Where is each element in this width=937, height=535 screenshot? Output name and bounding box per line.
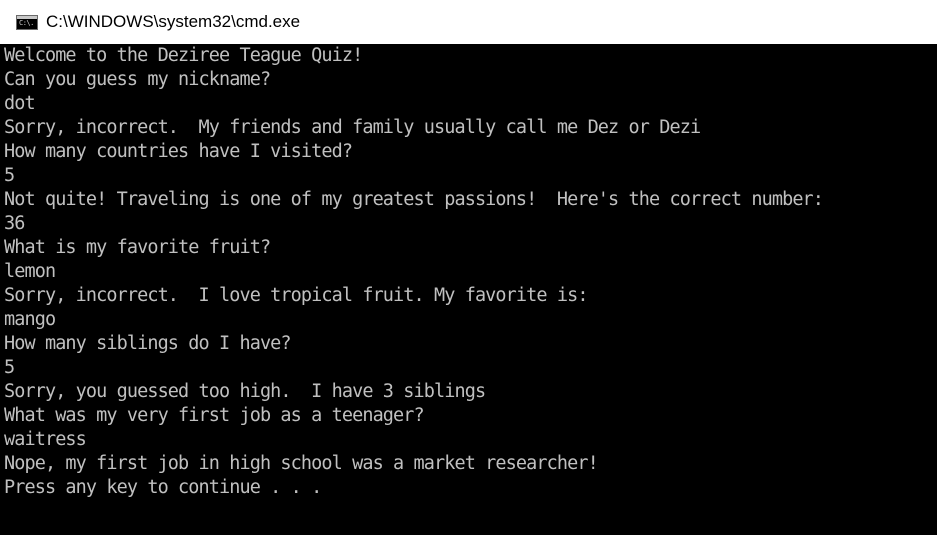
console-line: How many countries have I visited? [4,141,353,162]
cmd-icon[interactable]: C:\. [16,15,38,30]
console-line: Sorry, incorrect. I love tropical fruit.… [4,285,588,306]
console-line: What was my very first job as a teenager… [4,405,425,426]
console-line: Sorry, you guessed too high. I have 3 si… [4,381,486,402]
console-line: How many siblings do I have? [4,333,292,354]
title-bar[interactable]: C:\. C:\WINDOWS\system32\cmd.exe [0,0,937,44]
cmd-window: C:\. C:\WINDOWS\system32\cmd.exe Welcome… [0,0,937,535]
window-title: C:\WINDOWS\system32\cmd.exe [46,12,301,31]
console-line: 5 [4,357,15,378]
console-line: dot [4,93,36,114]
console-output[interactable]: Welcome to the Deziree Teague Quiz! Can … [0,44,937,535]
cmd-icon-glyph: C:\. [19,19,34,27]
console-line: What is my favorite fruit? [4,237,271,258]
console-line: lemon [4,261,56,282]
console-line: waitress [4,429,87,450]
console-line: mango [4,309,56,330]
console-line: Sorry, incorrect. My friends and family … [4,117,701,138]
console-line: 5 [4,165,15,186]
console-line: Nope, my first job in high school was a … [4,453,599,474]
console-line: Not quite! Traveling is one of my greate… [4,189,824,210]
console-line: 36 [4,213,25,234]
console-line: Press any key to continue . . . [4,477,322,498]
console-line: Welcome to the Deziree Teague Quiz! [4,45,363,66]
console-line: Can you guess my nickname? [4,69,271,90]
